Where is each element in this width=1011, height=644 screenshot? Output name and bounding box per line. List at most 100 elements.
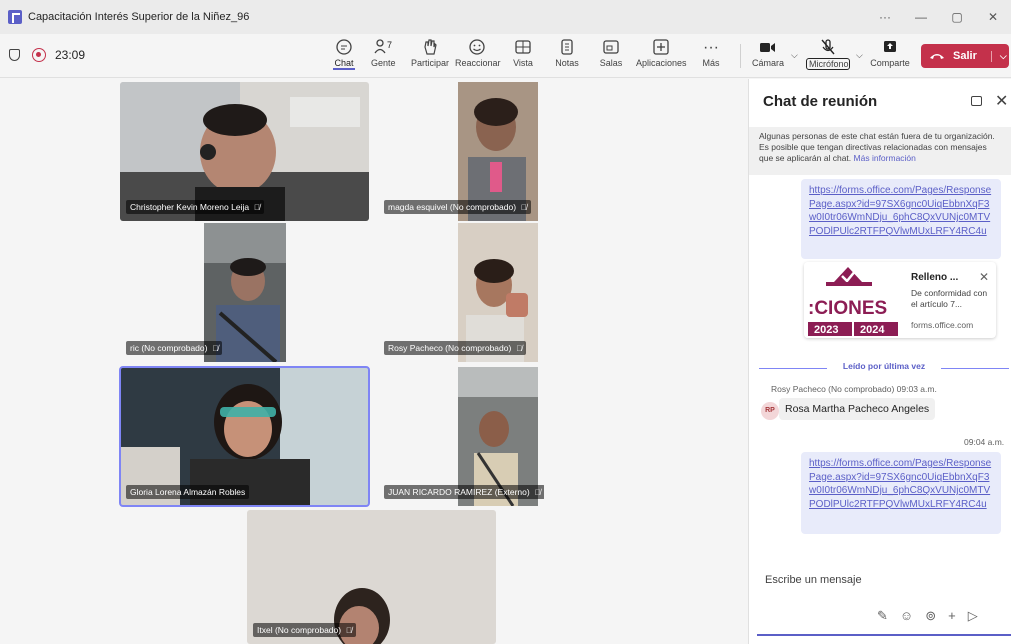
window-title: Capacitación Interés Superior de la Niñe…	[28, 11, 250, 23]
plus-icon	[636, 38, 686, 58]
link-preview-domain: forms.office.com	[911, 320, 974, 330]
camera-label: Cámara	[752, 58, 785, 68]
close-window-icon[interactable]: ✕	[975, 10, 1011, 24]
video-stage: Christopher Kevin Moreno Leija 🎙̸ magda e…	[0, 79, 747, 644]
divider-line	[941, 368, 1009, 369]
message-link[interactable]: https://forms.office.com/Pages/ResponseP…	[801, 452, 1001, 534]
loop-icon[interactable]: ⊚	[925, 608, 936, 624]
people-button[interactable]: 7 Gente	[371, 38, 396, 74]
phone-hangup-icon	[930, 54, 944, 59]
message-sender: Rosy Pacheco (No comprobado) 09:03 a.m.	[771, 384, 937, 394]
send-icon[interactable]: ▷	[968, 608, 978, 624]
leave-options-chevron-icon[interactable]: ⌵	[990, 50, 1007, 62]
chat-button[interactable]: Chat	[333, 38, 355, 74]
microphone-button[interactable]: Micrófono	[806, 38, 850, 74]
mic-muted-icon: 🎙̸	[521, 203, 528, 212]
thumb-heading: :CIONES	[808, 298, 887, 319]
link-preview-description: De conformidad con el artículo 7...	[911, 288, 988, 309]
format-icon[interactable]: ✎	[877, 608, 888, 624]
participant-tile-speaking[interactable]: Gloria Lorena Almazán Robles	[119, 366, 370, 507]
dismiss-preview-icon[interactable]: ✕	[979, 270, 989, 284]
share-label: Comparte	[870, 58, 910, 68]
people-label: Gente	[371, 58, 396, 68]
notes-label: Notas	[555, 58, 579, 68]
people-icon: 7	[371, 38, 395, 58]
chat-label: Chat	[333, 58, 355, 70]
mic-muted-icon: 🎙̸	[534, 488, 541, 497]
participant-name: ric (No comprobado) 🎙̸	[126, 341, 223, 355]
popout-icon[interactable]	[971, 96, 982, 106]
view-label: Vista	[513, 58, 533, 68]
emoji-icon[interactable]: ☺	[900, 608, 913, 624]
rooms-icon	[599, 38, 623, 58]
chat-header: Chat de reunión ✕	[749, 79, 1011, 123]
last-read-divider: Leído por última vez	[759, 361, 1009, 375]
apps-label: Aplicaciones	[636, 58, 687, 68]
plus-icon[interactable]: +	[948, 608, 956, 624]
mic-muted-icon	[806, 38, 850, 58]
participant-tile[interactable]: Christopher Kevin Moreno Leija 🎙̸	[120, 82, 369, 221]
raise-hand-label: Participar	[410, 58, 449, 68]
participant-tile[interactable]: Rosy Pacheco (No comprobado) 🎙̸	[378, 223, 544, 362]
last-read-label: Leído por última vez	[842, 361, 926, 371]
more-button[interactable]: ··· Más	[700, 38, 722, 74]
recording-icon	[32, 48, 46, 62]
window-more-icon[interactable]: ···	[867, 10, 903, 24]
more-info-link[interactable]: Más información	[854, 153, 916, 163]
rooms-label: Salas	[599, 58, 623, 68]
microphone-label: Micrófono	[806, 58, 850, 70]
close-icon[interactable]: ✕	[995, 91, 1008, 111]
notes-icon	[555, 38, 579, 58]
thumb-year-2: 2024	[860, 324, 885, 336]
message-link[interactable]: https://forms.office.com/Pages/ResponseP…	[801, 179, 1001, 259]
more-icon: ···	[703, 39, 719, 56]
mic-muted-icon: 🎙̸	[516, 344, 523, 353]
chat-title: Chat de reunión	[763, 93, 878, 110]
hand-icon	[410, 38, 450, 58]
avatar[interactable]: RP	[761, 402, 779, 420]
leave-button[interactable]: Salir ⌵	[921, 44, 1009, 68]
leave-label: Salir	[953, 50, 977, 62]
share-button[interactable]: Comparte	[870, 38, 910, 74]
participant-name: Rosy Pacheco (No comprobado) 🎙̸	[384, 341, 527, 355]
teams-logo-icon	[8, 10, 22, 24]
raise-hand-button[interactable]: Participar	[410, 38, 450, 74]
participant-tile[interactable]: magda esquivel (No comprobado) 🎙̸	[378, 82, 544, 221]
notes-button[interactable]: Notas	[555, 38, 579, 74]
composer-actions: ✎ ☺ ⊚ + ▷	[877, 608, 978, 624]
thumb-year-1: 2023	[814, 324, 838, 336]
participant-tile[interactable]: JUAN RICARDO RAMIREZ (Externo) 🎙̸	[378, 367, 544, 506]
participant-name: Christopher Kevin Moreno Leija 🎙̸	[126, 200, 265, 214]
meeting-timer: 23:09	[55, 48, 86, 62]
shield-icon[interactable]	[9, 49, 20, 61]
message-input[interactable]	[765, 574, 995, 586]
people-count: 7	[387, 40, 392, 50]
mic-muted-icon: 🎙̸	[346, 626, 353, 635]
share-icon	[870, 38, 910, 58]
meeting-chat-panel: Chat de reunión ✕ Algunas personas de es…	[748, 79, 1011, 644]
maximize-icon[interactable]: ▢	[939, 10, 975, 24]
mic-options-chevron-icon[interactable]: ⌵	[856, 50, 863, 61]
view-button[interactable]: Vista	[512, 38, 534, 74]
minimize-icon[interactable]: —	[903, 10, 939, 24]
react-button[interactable]: Reaccionar	[455, 38, 501, 74]
link-preview-card[interactable]: :CIONES 2023 2024 Relleno ... ✕ De confo…	[804, 262, 996, 338]
mic-muted-icon: 🎙̸	[212, 344, 219, 353]
external-users-notice: Algunas personas de este chat están fuer…	[749, 127, 1011, 175]
participant-name: JUAN RICARDO RAMIREZ (Externo) 🎙̸	[384, 485, 544, 499]
apps-button[interactable]: Aplicaciones	[636, 38, 687, 74]
participant-name: Itxel (No comprobado) 🎙̸	[253, 623, 357, 637]
rooms-button[interactable]: Salas	[599, 38, 623, 74]
participant-tile[interactable]: Itxel (No comprobado) 🎙̸	[247, 510, 496, 644]
camera-button[interactable]: Cámara	[752, 38, 784, 74]
camera-options-chevron-icon[interactable]: ⌵	[791, 50, 798, 61]
participant-tile[interactable]: ric (No comprobado) 🎙̸	[120, 223, 369, 362]
smile-icon	[455, 38, 499, 58]
react-label: Reaccionar	[455, 58, 501, 68]
participant-name: Gloria Lorena Almazán Robles	[126, 485, 250, 499]
received-message[interactable]: Rosa Martha Pacheco Angeles	[779, 398, 936, 420]
meeting-toolbar: 23:09 Chat 7 Gente Participar Reaccionar…	[0, 34, 1011, 78]
mic-muted-icon: 🎙̸	[254, 203, 261, 212]
participant-name: magda esquivel (No comprobado) 🎙̸	[384, 200, 532, 214]
grid-icon	[512, 38, 534, 58]
